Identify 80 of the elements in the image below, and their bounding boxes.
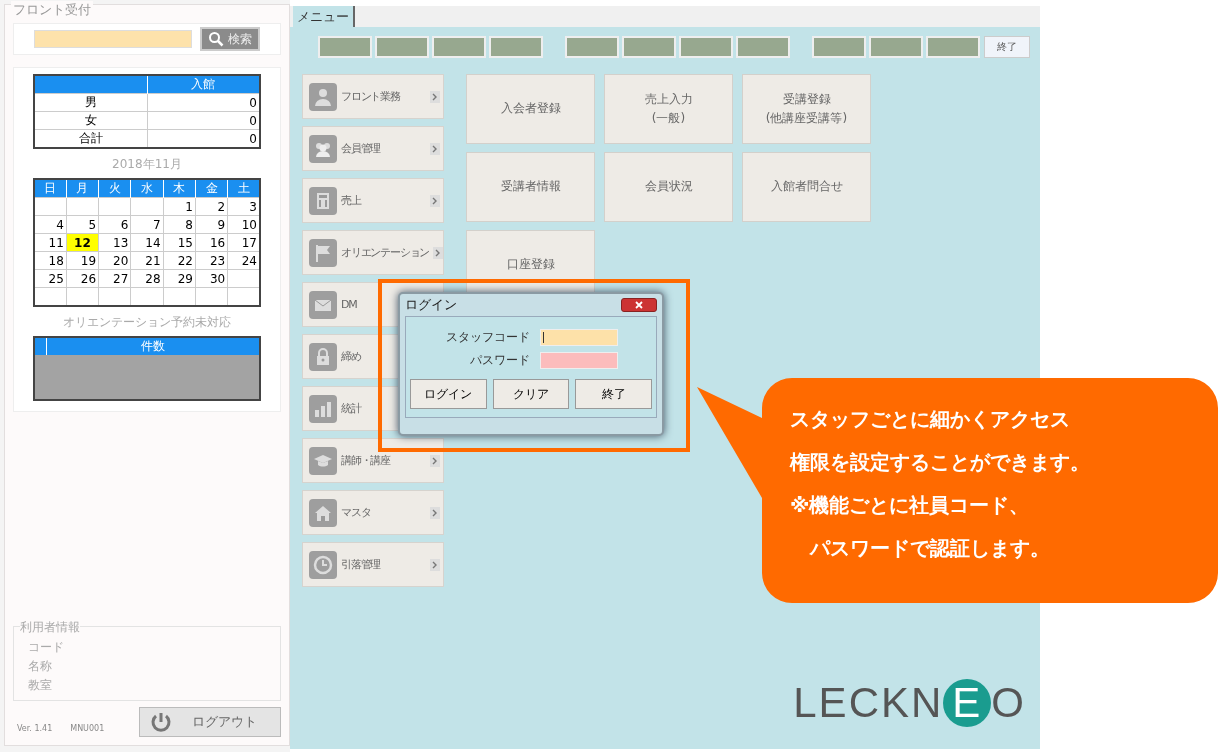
screen-id: MNU001 [70,724,105,735]
calendar-day[interactable]: 21 [130,251,164,270]
calendar-day[interactable]: 20 [98,251,131,270]
function-tile-button[interactable]: 受講登録 (他講座受講等) [742,74,871,144]
calendar-day[interactable]: 3 [227,197,260,216]
calendar-day[interactable]: 14 [130,233,164,252]
weekday-header: 火 [98,179,131,198]
section-title: オリエンテーション予約未対応 [63,314,231,331]
dialog-button[interactable]: クリア [492,379,570,409]
weekday-header: 日 [34,179,67,198]
calendar-day[interactable]: 15 [163,233,196,252]
side-menu-item[interactable]: マスタ [302,490,444,535]
column-header: 入館 [147,75,260,94]
field-label: コード [28,639,65,656]
menu-item-label: 締め [341,349,361,364]
calendar-day[interactable]: 1 [163,197,196,216]
menu-item-label: 引落管理 [341,557,381,572]
side-menu-item[interactable]: 講師・講座 [302,438,444,483]
calendar-day[interactable]: 11 [34,233,67,252]
field-label: 教室 [28,677,53,694]
row-label: 男 [34,93,147,112]
menu-item-label: オリエンテーション [341,245,430,260]
side-menu-item[interactable]: 会員管理 [302,126,444,171]
column-header: 件数 [46,337,260,355]
calendar-day[interactable]: 29 [163,269,196,288]
calendar-day[interactable]: 2 [195,197,228,216]
weekday-header: 木 [163,179,196,198]
weekday-header: 金 [195,179,228,198]
menu-item-label: フロント業務 [341,89,400,104]
weekday-header: 土 [227,179,260,198]
version-text: Ver. 1.41 [17,724,53,735]
function-tile-button[interactable]: 入会者登録 [466,74,595,144]
calendar-day[interactable]: 19 [66,251,99,270]
menu-item-label: 統計 [341,401,361,416]
calendar-day[interactable]: 7 [130,215,164,234]
calendar-day[interactable]: 4 [34,215,67,234]
calendar-day[interactable]: 13 [98,233,131,252]
side-menu-item[interactable]: 引落管理 [302,542,444,587]
side-menu-item[interactable]: オリエンテーション [302,230,444,275]
calendar-day[interactable]: 6 [98,215,131,234]
dialog-button[interactable]: 終了 [575,379,652,409]
menu-item-label: マスタ [341,505,371,520]
logo: LECKN E O [793,679,1026,727]
menu-tab[interactable]: メニュー [293,6,355,27]
calendar-day[interactable]: 8 [163,215,196,234]
calendar-day[interactable]: 28 [130,269,164,288]
calendar-day[interactable]: 9 [195,215,228,234]
table-cell: 0 [147,93,260,112]
logout-button[interactable]: ログアウト [139,707,281,737]
side-menu-item[interactable]: 売上 [302,178,444,223]
callout-text: スタッフごとに細かくアクセス 権限を設定することができます。 ※機能ごとに社員コード、 パスワードで認証します。 [790,406,1090,562]
menu-item-label: 講師・講座 [341,453,390,468]
row-label: 女 [34,111,147,130]
calendar-day[interactable]: 18 [34,251,67,270]
calendar-day[interactable]: 5 [66,215,99,234]
calendar-day[interactable]: 22 [163,251,196,270]
calendar-day[interactable]: 25 [34,269,67,288]
side-menu-item[interactable]: フロント業務 [302,74,444,119]
menu-item-label: 売上 [341,193,361,208]
menu-item-label: 会員管理 [341,141,381,156]
field-label: パスワード [469,352,530,369]
weekday-header: 月 [66,179,99,198]
month-label: 2018年11月 [112,156,182,173]
function-tile-button[interactable]: 受講者情報 [466,152,595,222]
calendar-day[interactable]: 30 [195,269,228,288]
field-label: スタッフコード [445,329,530,346]
calendar-day[interactable]: 27 [98,269,131,288]
calendar-day[interactable]: 26 [66,269,99,288]
calendar-day[interactable]: 16 [195,233,228,252]
menu-item-label: DM [341,298,357,311]
weekday-header: 水 [130,179,164,198]
function-tile-button[interactable]: 会員状況 [604,152,733,222]
dialog-button[interactable]: ログイン [410,379,487,409]
group-title: 利用者情報 [20,619,80,636]
function-tile-button[interactable]: 売上入力 (一般) [604,74,733,144]
panel-title: フロント受付 [11,1,93,19]
field-label: 名称 [28,658,53,675]
function-tile-button[interactable]: 入館者問合せ [742,152,871,222]
exit-button[interactable]: 終了 [984,36,1030,58]
calendar-day[interactable]: 23 [195,251,228,270]
